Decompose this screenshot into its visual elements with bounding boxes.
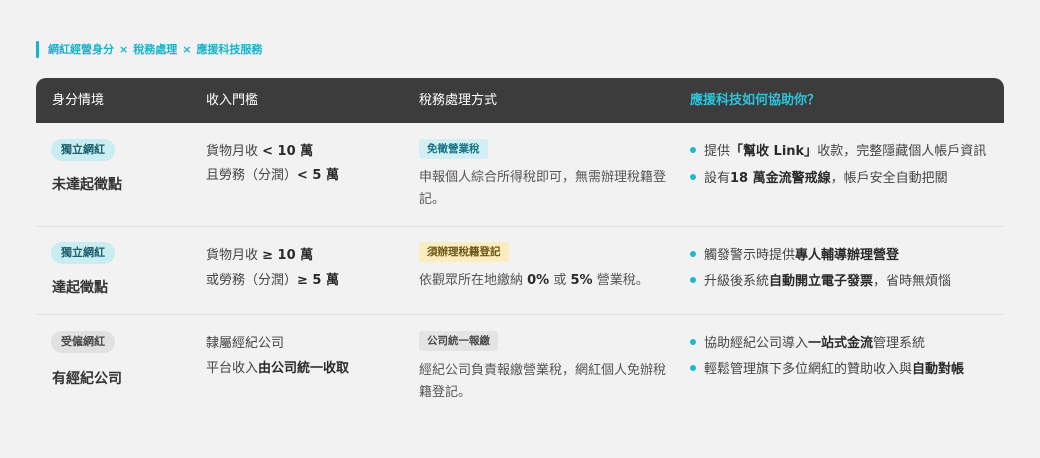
breadcrumb-separator: × xyxy=(119,42,129,56)
help-item: 協助經紀公司導入 一站式金流 管理系統 xyxy=(690,332,925,351)
bullet-icon xyxy=(690,250,696,257)
comparison-table: 身分情境 收入門檻 稅務處理方式 應援科技如何協助你？ 獨立網紅 未達起徵點 貨… xyxy=(36,78,1004,415)
income-line: 或勞務（分潤）≥ 5 萬 xyxy=(206,273,340,288)
breadcrumb: 網紅經營身分 × 稅務處理 × 應援科技服務 xyxy=(36,40,262,58)
help-item: 輕鬆管理旗下多位網紅的贊助收入與 自動對帳 xyxy=(690,358,964,377)
header-income: 收入門檻 xyxy=(206,93,259,108)
table-row: 獨立網紅 未達起徵點 貨物月收 < 10 萬 且勞務（分潤）< 5 萬 免徵營業… xyxy=(36,123,1004,227)
income-line: 且勞務（分潤）< 5 萬 xyxy=(206,168,340,183)
tax-description: 依觀眾所在地繳納 0% 或 5% 營業稅。 xyxy=(419,273,649,288)
income-line: 貨物月收 < 10 萬 xyxy=(206,144,314,159)
breadcrumb-part: 稅務處理 xyxy=(133,43,178,56)
breadcrumb-separator: × xyxy=(182,42,192,56)
help-item: 提供 「幫收 Link」 收款，完整隱藏個人帳戶資訊 xyxy=(690,140,986,159)
header-tax: 稅務處理方式 xyxy=(419,93,498,108)
bullet-icon xyxy=(690,146,696,153)
table-row: 受僱網紅 有經紀公司 隸屬經紀公司 平台收入由公司統一收取 公司統一報繳 經紀公… xyxy=(36,315,1004,415)
income-line: 隸屬經紀公司 xyxy=(206,336,285,351)
help-item: 升級後系統 自動開立電子發票 ，省時無煩惱 xyxy=(690,270,951,289)
tax-description: 經紀公司負責報繳營業稅，網紅個人免辦稅籍登記。 xyxy=(419,363,667,400)
tax-tag: 免徵營業稅 xyxy=(419,139,488,159)
bullet-icon xyxy=(690,338,696,345)
header-help: 應援科技如何協助你？ xyxy=(690,93,821,108)
identity-label: 有經紀公司 xyxy=(52,371,122,387)
breadcrumb-accent-bar xyxy=(36,40,39,58)
table-row: 獨立網紅 達起徵點 貨物月收 ≥ 10 萬 或勞務（分潤）≥ 5 萬 須辦理稅籍… xyxy=(36,227,1004,315)
table-header: 身分情境 收入門檻 稅務處理方式 應援科技如何協助你？ xyxy=(36,78,1004,123)
help-item: 設有 18 萬金流警戒線 ，帳戶安全自動把關 xyxy=(690,167,948,186)
identity-badge: 受僱網紅 xyxy=(51,331,115,353)
bullet-icon xyxy=(690,364,696,371)
header-identity: 身分情境 xyxy=(52,93,105,108)
breadcrumb-part: 應援科技服務 xyxy=(196,43,263,56)
help-item: 觸發警示時提供 專人輔導辦理營登 xyxy=(690,244,899,263)
income-line: 平台收入由公司統一收取 xyxy=(206,361,350,376)
tax-description: 申報個人綜合所得稅即可，無需辦理稅籍登記。 xyxy=(419,170,667,207)
income-line: 貨物月收 ≥ 10 萬 xyxy=(206,248,314,263)
identity-badge: 獨立網紅 xyxy=(51,242,115,264)
identity-badge: 獨立網紅 xyxy=(51,139,115,161)
tax-tag: 須辦理稅籍登記 xyxy=(419,242,509,262)
bullet-icon xyxy=(690,173,696,180)
tax-tag: 公司統一報繳 xyxy=(419,331,498,351)
bullet-icon xyxy=(690,276,696,283)
identity-label: 達起徵點 xyxy=(52,280,108,296)
identity-label: 未達起徵點 xyxy=(52,177,122,193)
breadcrumb-part: 網紅經營身分 xyxy=(48,43,114,56)
